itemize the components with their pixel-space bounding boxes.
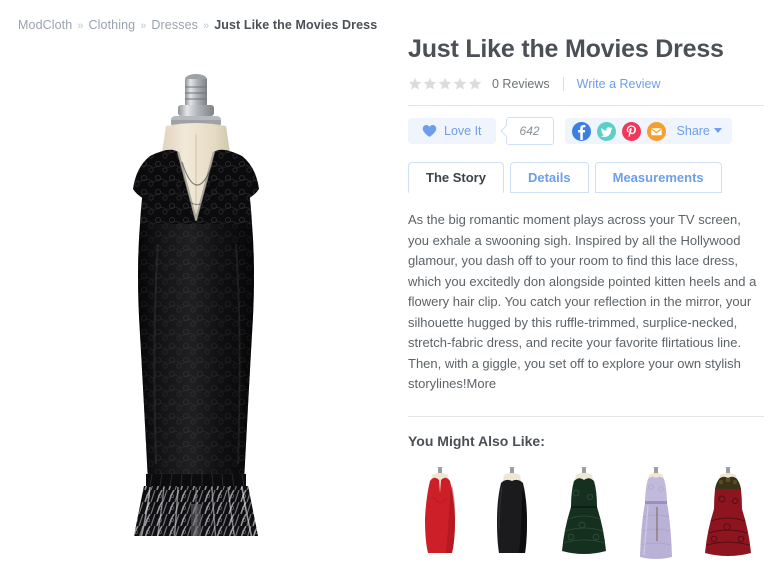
product-detail-page: ModCloth » Clothing » Dresses » Just Like the …: [0, 0, 776, 565]
breadcrumb-separator: »: [140, 20, 147, 32]
story-text: As the big romantic moment plays across …: [408, 212, 757, 391]
breadcrumb: ModCloth » Clothing » Dresses » Just Like the …: [18, 18, 377, 32]
recommendation-red-sheath-dress[interactable]: [408, 462, 472, 565]
star-rating[interactable]: [408, 77, 482, 91]
product-image-column: [0, 34, 392, 536]
breadcrumb-separator: »: [77, 20, 84, 32]
product-main-image[interactable]: [0, 34, 392, 536]
share-group: Share: [564, 118, 732, 144]
heart-icon: [422, 124, 437, 138]
write-review-link[interactable]: Write a Review: [577, 77, 661, 91]
recommendations-title: You Might Also Like:: [408, 432, 545, 449]
header-divider: [408, 105, 764, 106]
star-icon: [408, 77, 422, 91]
pinterest-share-icon[interactable]: [621, 121, 641, 141]
love-count-badge: 642: [505, 117, 554, 145]
facebook-share-icon[interactable]: [571, 121, 591, 141]
tab-details[interactable]: Details: [509, 162, 589, 193]
breadcrumb-item-clothing[interactable]: Clothing: [89, 18, 136, 32]
love-it-button[interactable]: Love It: [408, 118, 496, 144]
breadcrumb-item-current: Just Like the Movies Dress: [214, 18, 378, 32]
recommendation-lavender-gown-dress[interactable]: [624, 462, 688, 565]
star-icon: [453, 77, 467, 91]
breadcrumb-item-dresses[interactable]: Dresses: [151, 18, 198, 32]
star-icon: [468, 77, 482, 91]
star-icon: [438, 77, 452, 91]
recommendation-green-lace-dress[interactable]: [552, 462, 616, 565]
reviews-count: 0 Reviews: [492, 77, 550, 91]
rating-row: 0 Reviews Write a Review: [408, 75, 764, 93]
page-title: Just Like the Movies Dress: [408, 35, 724, 63]
story-description: As the big romantic moment plays across …: [408, 210, 762, 395]
recommendation-black-sheath-dress[interactable]: [480, 462, 544, 565]
star-icon: [423, 77, 437, 91]
breadcrumb-item-modcloth[interactable]: ModCloth: [18, 18, 72, 32]
breadcrumb-separator: »: [202, 20, 210, 32]
product-info-column: Just Like the Movies Dress 0 Reviews Wri…: [408, 34, 764, 565]
recommendations-divider: [408, 415, 764, 417]
share-label: Share: [676, 124, 710, 138]
share-dropdown-button[interactable]: Share: [677, 124, 722, 138]
recommendation-red-black-lace-dress[interactable]: [696, 462, 760, 565]
twitter-share-icon[interactable]: [596, 121, 616, 141]
tab-the-story[interactable]: The Story: [408, 162, 504, 193]
love-it-label: Love It: [444, 124, 482, 138]
read-more-link[interactable]: More: [467, 376, 497, 391]
email-share-icon[interactable]: [646, 121, 666, 141]
divider: [562, 77, 564, 91]
social-row: Love It 642 Share: [408, 117, 764, 145]
tab-bar: The Story Details Measurements: [408, 162, 764, 193]
recommendations-row: [408, 462, 764, 565]
chevron-down-icon: [713, 128, 722, 133]
tab-measurements[interactable]: Measurements: [594, 162, 722, 193]
